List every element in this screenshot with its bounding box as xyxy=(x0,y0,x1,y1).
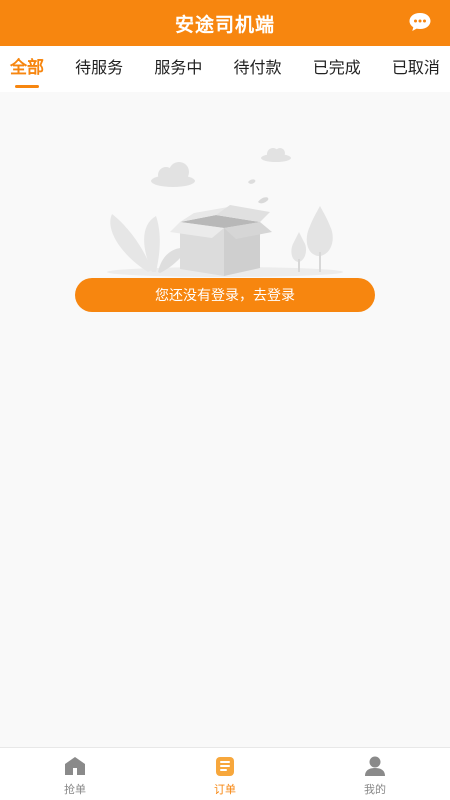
tab-completed[interactable]: 已完成 xyxy=(313,46,361,92)
tab-pending-payment[interactable]: 待付款 xyxy=(234,46,282,92)
tab-label: 全部 xyxy=(10,58,44,78)
login-button[interactable]: 您还没有登录，去登录 xyxy=(75,278,375,312)
user-icon xyxy=(364,755,386,777)
tab-label: 已取消 xyxy=(391,58,440,77)
tab-in-service[interactable]: 服务中 xyxy=(154,46,202,92)
nav-label: 我的 xyxy=(364,783,386,796)
nav-item-orders[interactable]: 订单 xyxy=(165,748,285,797)
order-list-area: 您还没有登录，去登录 xyxy=(0,92,450,747)
tab-all[interactable]: 全部 xyxy=(10,46,44,92)
tab-label: 待服务 xyxy=(75,58,124,77)
home-icon xyxy=(64,755,86,777)
app-header: 安途司机端 xyxy=(0,0,450,46)
tab-label: 待付款 xyxy=(233,58,282,77)
nav-item-mine[interactable]: 我的 xyxy=(315,748,435,797)
app-title: 安途司机端 xyxy=(174,13,275,36)
order-status-tabs: 全部 待服务 服务中 待付款 已完成 已取消 xyxy=(0,46,450,92)
nav-label: 抢单 xyxy=(64,783,86,796)
tab-label: 已完成 xyxy=(312,58,361,77)
tab-cancelled[interactable]: 已取消 xyxy=(392,46,440,92)
nav-item-grab-order[interactable]: 抢单 xyxy=(15,748,135,797)
order-list-icon xyxy=(214,755,236,777)
message-button[interactable] xyxy=(408,11,432,33)
chat-bubble-icon xyxy=(409,13,431,31)
active-tab-indicator xyxy=(15,85,39,88)
tab-pending-service[interactable]: 待服务 xyxy=(75,46,123,92)
bottom-navigation: 抢单 订单 我的 xyxy=(0,747,450,800)
tab-label: 服务中 xyxy=(154,58,203,77)
empty-box-icon xyxy=(107,148,343,277)
nav-label: 订单 xyxy=(214,783,236,796)
